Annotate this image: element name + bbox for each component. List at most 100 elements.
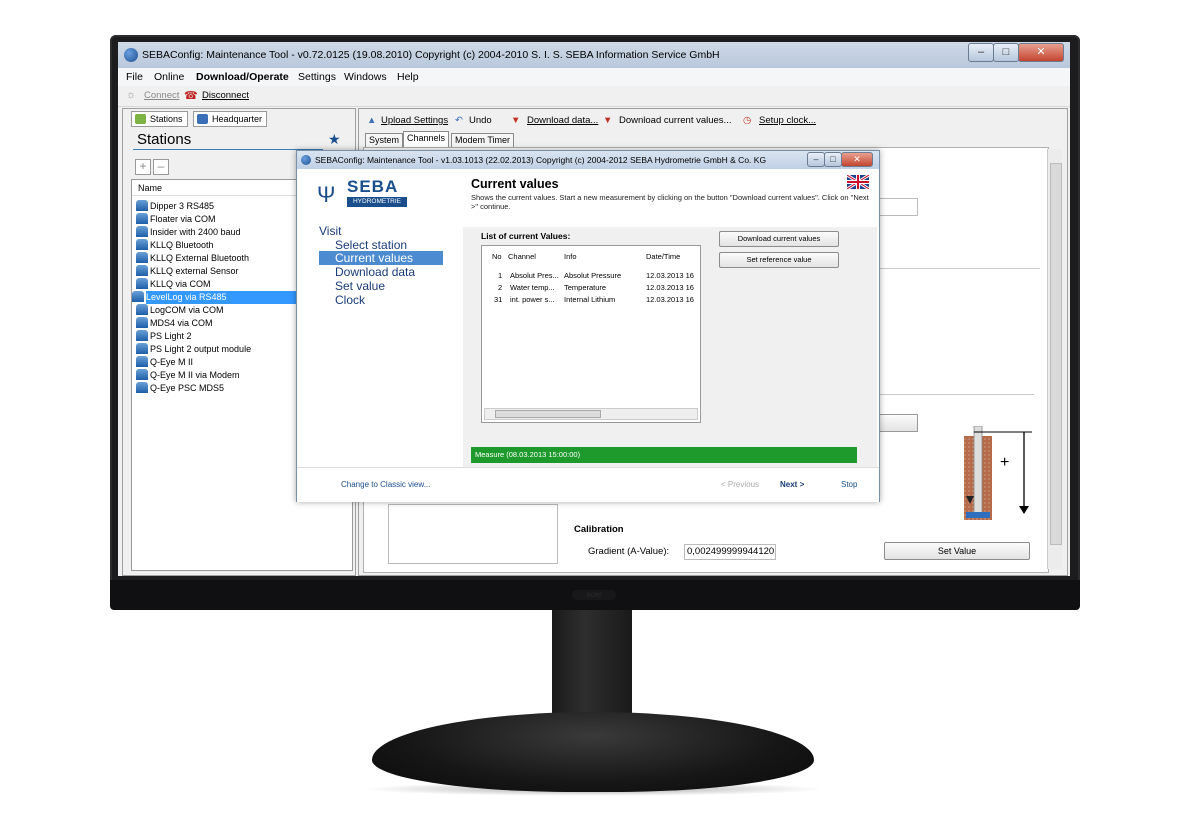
dialog-minimize-button[interactable]: –: [807, 152, 825, 167]
download-current-icon: ▼: [603, 115, 613, 126]
stop-button[interactable]: Stop: [841, 480, 857, 489]
dialog-title-bar: SEBAConfig: Maintenance Tool - v1.03.101…: [297, 151, 879, 169]
undo-icon: ↶: [455, 115, 463, 126]
disconnect-icon: ☎: [184, 90, 198, 102]
minimize-button[interactable]: –: [968, 43, 994, 62]
menu-download-operate[interactable]: Download/Operate: [196, 71, 289, 83]
wizard-sidebar: Ψ SEBA HYDROMETRIE Visit Select station …: [297, 169, 464, 467]
uk-flag-icon[interactable]: [846, 173, 870, 191]
column-info[interactable]: Info: [564, 252, 577, 261]
logo-sub: HYDROMETRIE: [347, 197, 407, 207]
text-field[interactable]: [874, 198, 918, 216]
classic-view-link[interactable]: Change to Classic view...: [341, 480, 430, 489]
stations-icon: [135, 114, 146, 124]
tab-modem-timer[interactable]: Modem Timer: [451, 133, 515, 148]
list-item-label: PS Light 2 output module: [150, 344, 252, 354]
scrollbar-thumb[interactable]: [1050, 163, 1062, 545]
menu-file[interactable]: File: [126, 71, 143, 83]
dialog-maximize-button[interactable]: □: [824, 152, 842, 167]
trident-icon: Ψ: [317, 182, 336, 207]
table-row[interactable]: 31 int. power s... Internal Lithium 12.0…: [482, 294, 700, 306]
wizard-item-clock[interactable]: Clock: [335, 293, 365, 307]
cell-channel: int. power s...: [510, 295, 555, 304]
download-data-button-label[interactable]: Download data...: [527, 115, 598, 126]
gauge-plus-label: +: [1000, 454, 1010, 471]
menu-help[interactable]: Help: [397, 71, 419, 83]
tab-stations[interactable]: Stations: [131, 111, 188, 127]
setup-clock-button[interactable]: Setup clock...: [759, 115, 816, 126]
next-button[interactable]: Next >: [780, 480, 804, 489]
apply-button[interactable]: t: [874, 414, 918, 432]
list-item-label: MDS4 via COM: [150, 318, 213, 328]
wizard-item-download-data[interactable]: Download data: [335, 265, 415, 279]
wizard-root: Visit: [319, 224, 342, 238]
menu-windows[interactable]: Windows: [344, 71, 387, 83]
station-icon: [136, 265, 148, 276]
disconnect-button[interactable]: Disconnect: [202, 90, 249, 101]
list-item-label: Q-Eye M II: [150, 357, 194, 367]
window-title: SEBAConfig: Maintenance Tool - v0.72.012…: [142, 49, 720, 61]
wizard-item-current-values[interactable]: Current values: [319, 251, 443, 265]
dialog-heading: Current values: [471, 177, 559, 191]
close-button[interactable]: ✕: [1018, 43, 1064, 62]
set-value-button[interactable]: Set Value: [884, 542, 1030, 560]
column-date-time[interactable]: Date/Time: [646, 252, 680, 261]
cell-no: 2: [498, 283, 503, 292]
column-channel[interactable]: Channel: [508, 252, 536, 261]
calibration-label: Calibration: [574, 524, 624, 535]
cell-date-time: 12.03.2013 16: [646, 283, 694, 292]
gradient-value[interactable]: 0,002499999944120: [684, 544, 776, 560]
upload-settings-button[interactable]: Upload Settings: [381, 115, 448, 126]
stations-title: Stations: [137, 131, 192, 148]
station-icon: [136, 343, 148, 354]
list-item-label: Dipper 3 RS485: [150, 201, 215, 211]
dialog-close-button[interactable]: ✕: [841, 152, 873, 167]
download-current-values-button[interactable]: Download current values: [719, 231, 839, 247]
menu-online[interactable]: Online: [154, 71, 184, 83]
tab-channels[interactable]: Channels: [403, 131, 450, 148]
set-reference-value-button[interactable]: Set reference value: [719, 252, 839, 268]
table-row[interactable]: 2 Water temp... Temperature 12.03.2013 1…: [482, 282, 700, 294]
monitor-base: [372, 712, 814, 792]
download-current-button[interactable]: Download current values...: [619, 115, 731, 126]
connect-button[interactable]: Connect: [144, 90, 179, 101]
add-station-button[interactable]: +: [135, 159, 151, 175]
cell-info: Internal Lithium: [564, 295, 616, 304]
menu-settings[interactable]: Settings: [298, 71, 336, 83]
headquarter-icon: [197, 114, 208, 124]
cell-date-time: 12.03.2013 16: [646, 271, 694, 280]
previous-button[interactable]: < Previous: [721, 480, 759, 489]
logo-text: SEBA: [347, 177, 399, 196]
wizard-item-select-station[interactable]: Select station: [335, 238, 407, 252]
list-item-label: Q-Eye PSC MDS5: [150, 383, 225, 393]
undo-button[interactable]: Undo: [469, 115, 492, 126]
list-item-selected[interactable]: LevelLog via RS485: [132, 291, 302, 304]
table-row[interactable]: 1 Absolut Pres... Absolut Pressure 12.03…: [482, 270, 700, 282]
app-icon: [124, 48, 138, 62]
tab-system[interactable]: System: [365, 133, 404, 148]
list-item-label: LogCOM via COM: [150, 305, 224, 315]
column-no[interactable]: No: [492, 252, 502, 261]
app-icon: [301, 155, 311, 165]
tab-headquarter-label: Headquarter: [212, 114, 263, 124]
current-values-list: No Channel Info Date/Time 1 Absolut Pres…: [481, 245, 701, 423]
vertical-scrollbar[interactable]: [1047, 149, 1062, 569]
seba-logo: Ψ SEBA HYDROMETRIE: [317, 177, 437, 213]
station-icon: [136, 278, 148, 289]
scrollbar-thumb[interactable]: [495, 410, 601, 418]
cell-channel: Absolut Pres...: [510, 271, 559, 280]
remove-station-button[interactable]: –: [153, 159, 169, 175]
station-icon: [136, 200, 148, 211]
connect-icon: ☼: [126, 89, 137, 101]
station-icon: [132, 291, 144, 302]
cell-date-time: 12.03.2013 16: [646, 295, 694, 304]
wizard-item-set-value[interactable]: Set value: [335, 279, 385, 293]
list-item-label: Floater via COM: [150, 214, 216, 224]
monitor-logo: acer: [572, 590, 616, 600]
maximize-button[interactable]: □: [993, 43, 1019, 62]
horizontal-scrollbar[interactable]: [484, 408, 698, 420]
list-item-label: KLLQ via COM: [150, 279, 211, 289]
tab-headquarter[interactable]: Headquarter: [193, 111, 268, 127]
clock-icon: ◷: [743, 115, 752, 126]
station-icon: [136, 330, 148, 341]
